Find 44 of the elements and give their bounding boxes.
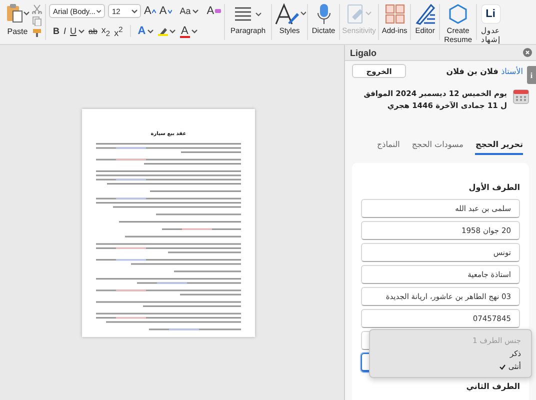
superscript-button[interactable]: x$^{2}$	[114, 24, 123, 38]
microphone-icon[interactable]	[316, 3, 331, 25]
clear-formatting-button[interactable]: A	[206, 4, 222, 18]
text-effects-button[interactable]: A	[138, 24, 154, 38]
subscript-button[interactable]: x$_{2}$	[101, 24, 110, 38]
styles-pen-icon[interactable]	[274, 3, 306, 25]
user-name: الأستاذ فلان بن فلان	[446, 66, 523, 76]
caret-icon[interactable]	[168, 28, 176, 34]
align-icon[interactable]	[233, 5, 264, 23]
italic-button[interactable]: I	[64, 24, 66, 38]
font-color-button[interactable]: A	[180, 24, 198, 38]
caret-icon[interactable]	[190, 28, 198, 34]
pen-icon[interactable]	[414, 3, 436, 25]
calendar-icon	[513, 88, 529, 104]
logo-icon: Li	[482, 5, 500, 23]
section-heading: الطرف الثاني	[465, 382, 520, 391]
shrink-font-button[interactable]: A	[159, 4, 172, 18]
up-caret-icon	[152, 8, 156, 14]
tab[interactable]: تحرير الحجج	[475, 140, 523, 155]
caret-icon[interactable]	[192, 8, 199, 14]
change-case-button[interactable]: Aa	[180, 4, 199, 18]
caret-icon[interactable]	[78, 28, 85, 34]
caret-icon[interactable]	[146, 28, 154, 34]
checkmark-icon	[498, 364, 506, 370]
eraser-icon	[215, 8, 222, 14]
marker-icon	[158, 26, 168, 35]
clipboard-icon[interactable]	[5, 3, 23, 23]
bold-button[interactable]: B	[53, 24, 60, 38]
hexagon-icon[interactable]	[448, 4, 468, 24]
tab[interactable]: النماذج	[376, 140, 400, 155]
section-heading: الطرف الأول	[468, 183, 520, 192]
caret-icon[interactable]	[96, 8, 102, 14]
pane-title: Ligalo	[350, 48, 376, 58]
grid-icon[interactable]	[384, 4, 405, 24]
close-icon[interactable]	[523, 48, 532, 57]
underline-button[interactable]: U	[70, 24, 85, 38]
strikethrough-button[interactable]: ab	[88, 24, 98, 38]
grow-font-button[interactable]: A	[144, 4, 156, 18]
paste-button[interactable]: Paste	[3, 3, 32, 36]
down-caret-icon	[168, 8, 172, 14]
tab[interactable]: مسودات الحجج	[412, 140, 464, 155]
caret-icon[interactable]	[23, 10, 30, 16]
caret-icon[interactable]	[131, 8, 138, 14]
paintbrush-icon[interactable]	[32, 28, 42, 38]
